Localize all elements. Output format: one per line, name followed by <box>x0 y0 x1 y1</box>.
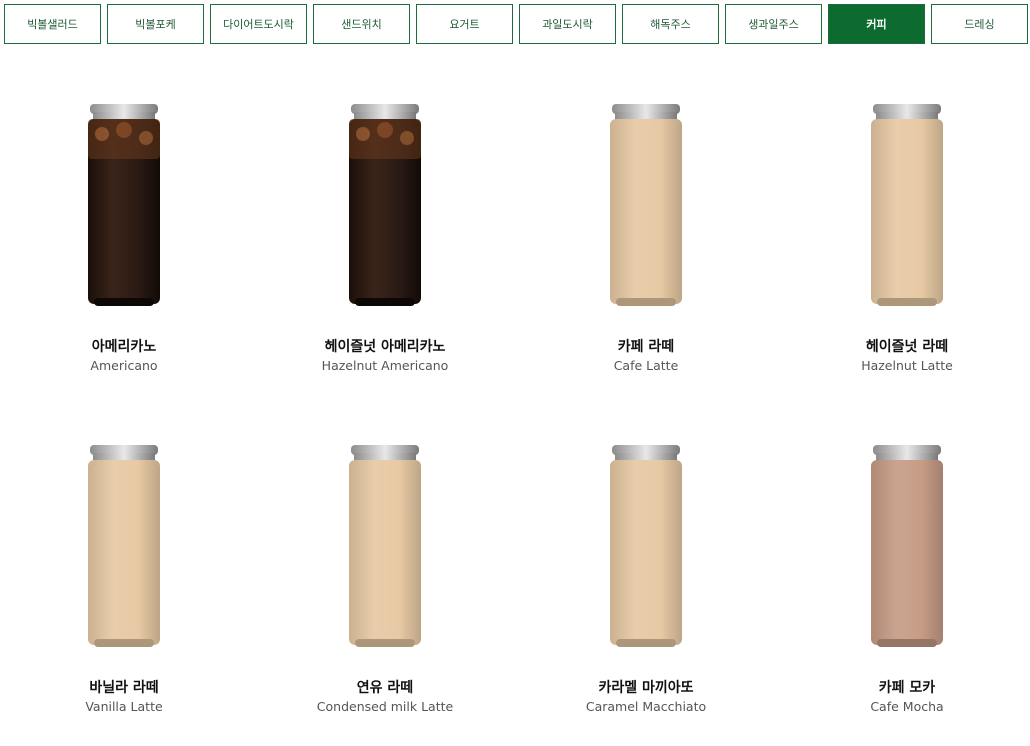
tab-diet-lunchbox[interactable]: 다이어트도시락 <box>210 4 307 44</box>
product-name-en: Hazelnut Americano <box>321 358 449 373</box>
product-name-ko: 연유 라떼 <box>356 680 414 696</box>
product-name-ko: 헤이즐넛 라떼 <box>865 339 949 355</box>
product-name-en: Hazelnut Latte <box>861 358 953 373</box>
product-name-en: Condensed milk Latte <box>316 699 454 714</box>
product-name-en: Americano <box>90 358 158 373</box>
tab-big-bowl-poke[interactable]: 빅볼포케 <box>107 4 204 44</box>
product-name-en: Caramel Macchiato <box>585 699 707 714</box>
coffee-can-icon <box>871 445 943 647</box>
coffee-can-icon <box>88 445 160 647</box>
product-name-ko: 카페 라떼 <box>617 339 675 355</box>
product-name-ko: 카페 모카 <box>878 680 936 696</box>
product-name-en: Cafe Mocha <box>870 699 944 714</box>
product-name-ko: 카라멜 마끼아또 <box>598 680 694 696</box>
coffee-can-icon <box>349 445 421 647</box>
tab-dressing[interactable]: 드레싱 <box>931 4 1028 44</box>
product-name-en: Cafe Latte <box>613 358 679 373</box>
coffee-can-icon <box>610 104 682 306</box>
tab-coffee[interactable]: 커피 <box>828 4 925 44</box>
product-name-ko: 바닐라 라떼 <box>89 680 159 696</box>
product-name-ko: 헤이즐넛 아메리카노 <box>324 339 446 355</box>
tab-detox-juice[interactable]: 해독주스 <box>622 4 719 44</box>
coffee-can-icon <box>349 104 421 306</box>
tab-yogurt[interactable]: 요거트 <box>416 4 513 44</box>
tab-big-bowl-salad[interactable]: 빅볼샐러드 <box>4 4 101 44</box>
coffee-can-icon <box>610 445 682 647</box>
tab-sandwich[interactable]: 샌드위치 <box>313 4 410 44</box>
product-name-en: Vanilla Latte <box>85 699 163 714</box>
tab-fresh-juice[interactable]: 생과일주스 <box>725 4 822 44</box>
coffee-can-icon <box>871 104 943 306</box>
category-tabs: 빅볼샐러드 빅볼포케 다이어트도시락 샌드위치 요거트 과일도시락 해독주스 생… <box>4 4 1030 44</box>
product-name-ko: 아메리카노 <box>91 339 157 355</box>
tab-fruit-lunchbox[interactable]: 과일도시락 <box>519 4 616 44</box>
coffee-can-icon <box>88 104 160 306</box>
